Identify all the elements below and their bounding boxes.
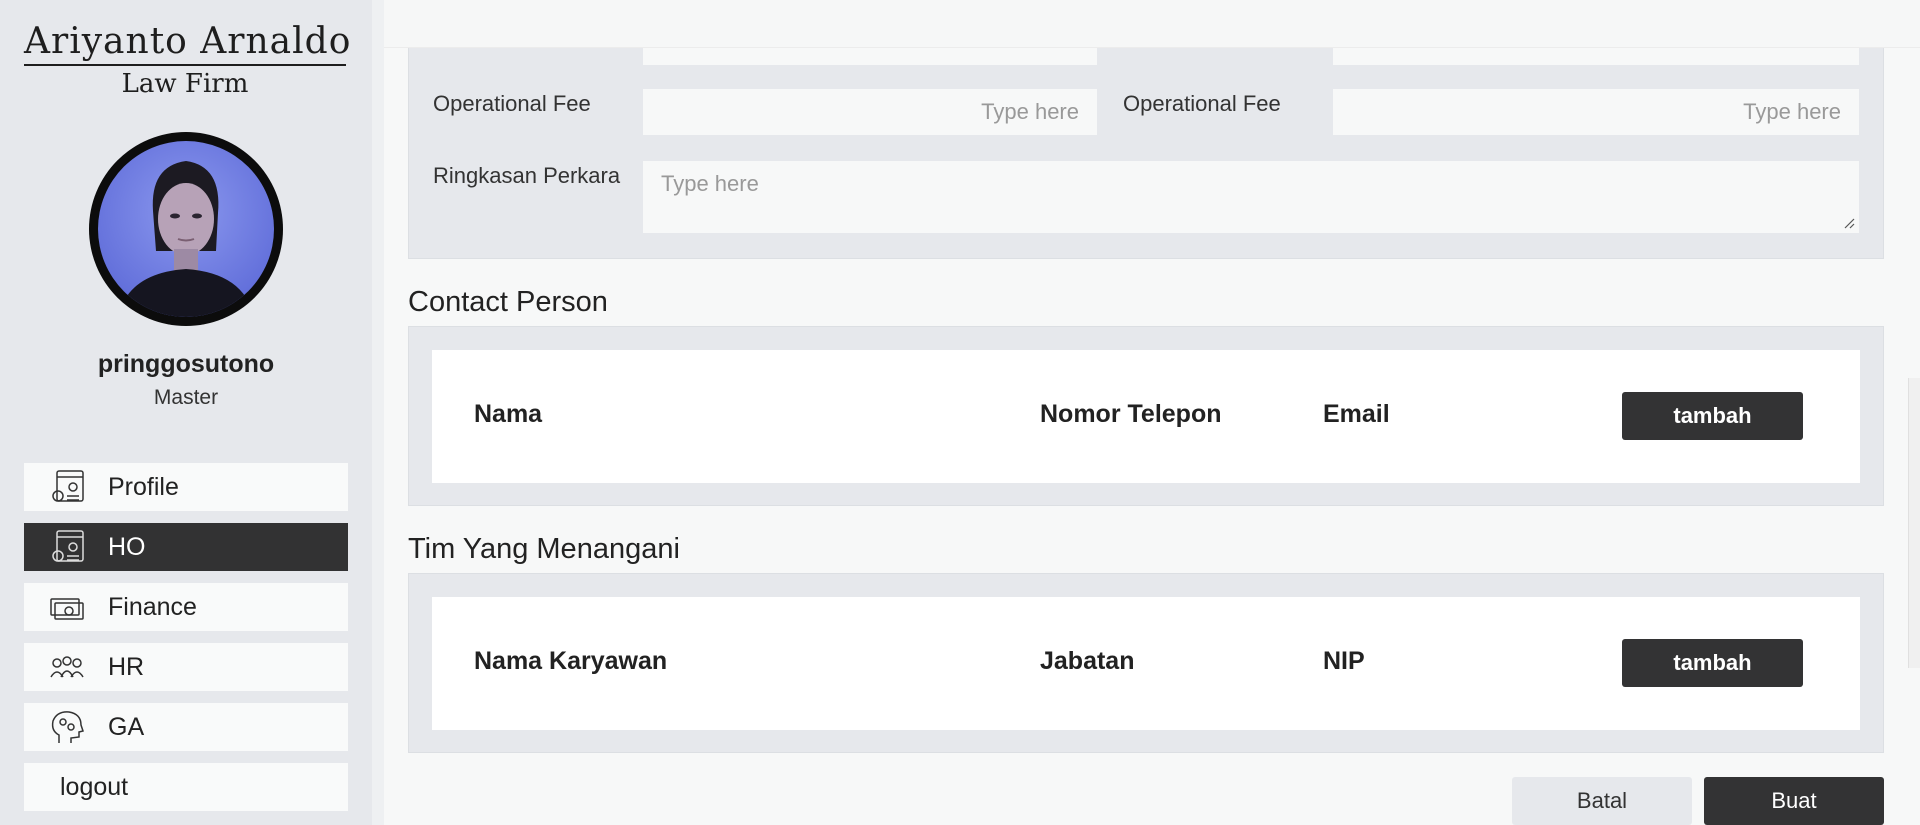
avatar <box>89 132 283 326</box>
operational-fee-label: Operational Fee <box>1123 91 1281 116</box>
textarea-placeholder: Type here <box>661 171 759 196</box>
sidebar-item-profile[interactable]: Profile <box>24 463 348 511</box>
column-header-position: Jabatan <box>1040 647 1135 675</box>
sidebar-item-label: logout <box>60 772 129 801</box>
logo-divider <box>24 64 346 66</box>
logo-subtitle: Law Firm <box>121 69 249 99</box>
logo-title: Ariyanto Arnaldo <box>24 21 352 62</box>
add-team-member-button[interactable]: tambah <box>1622 639 1803 687</box>
user-role: Master <box>153 386 219 409</box>
team-card: Nama Karyawan Jabatan NIP tambah <box>408 573 1884 753</box>
contact-card: Nama Nomor Telepon Email tambah <box>408 326 1884 506</box>
sidebar-item-label: Profile <box>108 472 179 501</box>
sidebar-item-label: HR <box>108 652 145 681</box>
user-name: pringgosutono <box>97 350 275 378</box>
team-section-title: Tim Yang Menangani <box>408 533 680 565</box>
column-header-nip: NIP <box>1323 647 1365 675</box>
case-details-card: Operational Fee Type here Operational Fe… <box>408 20 1884 259</box>
column-header-employee-name: Nama Karyawan <box>474 647 668 675</box>
ho-settings-icon <box>48 528 86 566</box>
column-header-email: Email <box>1323 400 1390 428</box>
money-icon <box>48 588 86 626</box>
contact-section-title: Contact Person <box>408 286 608 318</box>
sidebar-item-finance[interactable]: Finance <box>24 583 348 631</box>
sidebar-divider <box>372 0 384 825</box>
top-bar <box>384 0 1920 48</box>
create-button[interactable]: Buat <box>1704 777 1884 825</box>
sidebar-item-ho[interactable]: HO <box>24 523 348 571</box>
scrollbar[interactable] <box>1908 378 1920 668</box>
sidebar-item-label: GA <box>108 712 145 741</box>
operational-fee-input[interactable]: Type here <box>643 89 1097 135</box>
contact-table: Nama Nomor Telepon Email tambah <box>432 350 1860 483</box>
column-header-phone: Nomor Telepon <box>1040 400 1222 428</box>
sidebar-item-hr[interactable]: HR <box>24 643 348 691</box>
case-summary-label: Ringkasan Perkara <box>433 163 621 188</box>
team-icon <box>48 648 86 686</box>
head-gears-icon <box>48 708 86 746</box>
avatar-photo <box>98 141 274 317</box>
operational-fee-input[interactable]: Type here <box>1333 89 1859 135</box>
add-contact-button[interactable]: tambah <box>1622 392 1803 440</box>
cancel-button[interactable]: Batal <box>1512 777 1692 825</box>
case-summary-textarea[interactable]: Type here <box>643 161 1859 233</box>
column-header-name: Nama <box>474 400 543 428</box>
team-table: Nama Karyawan Jabatan NIP tambah <box>432 597 1860 730</box>
operational-fee-label: Operational Fee <box>433 91 591 116</box>
sidebar: Ariyanto Arnaldo Law Firm pringgosutono … <box>0 0 372 825</box>
sidebar-item-label: Finance <box>108 592 197 621</box>
sidebar-item-ga[interactable]: GA <box>24 703 348 751</box>
resize-grip-icon[interactable] <box>1843 217 1855 229</box>
logout-button[interactable]: logout <box>24 763 348 811</box>
profile-settings-icon <box>48 468 86 506</box>
sidebar-item-label: HO <box>108 532 146 561</box>
firm-logo: Ariyanto Arnaldo Law Firm <box>24 21 352 99</box>
